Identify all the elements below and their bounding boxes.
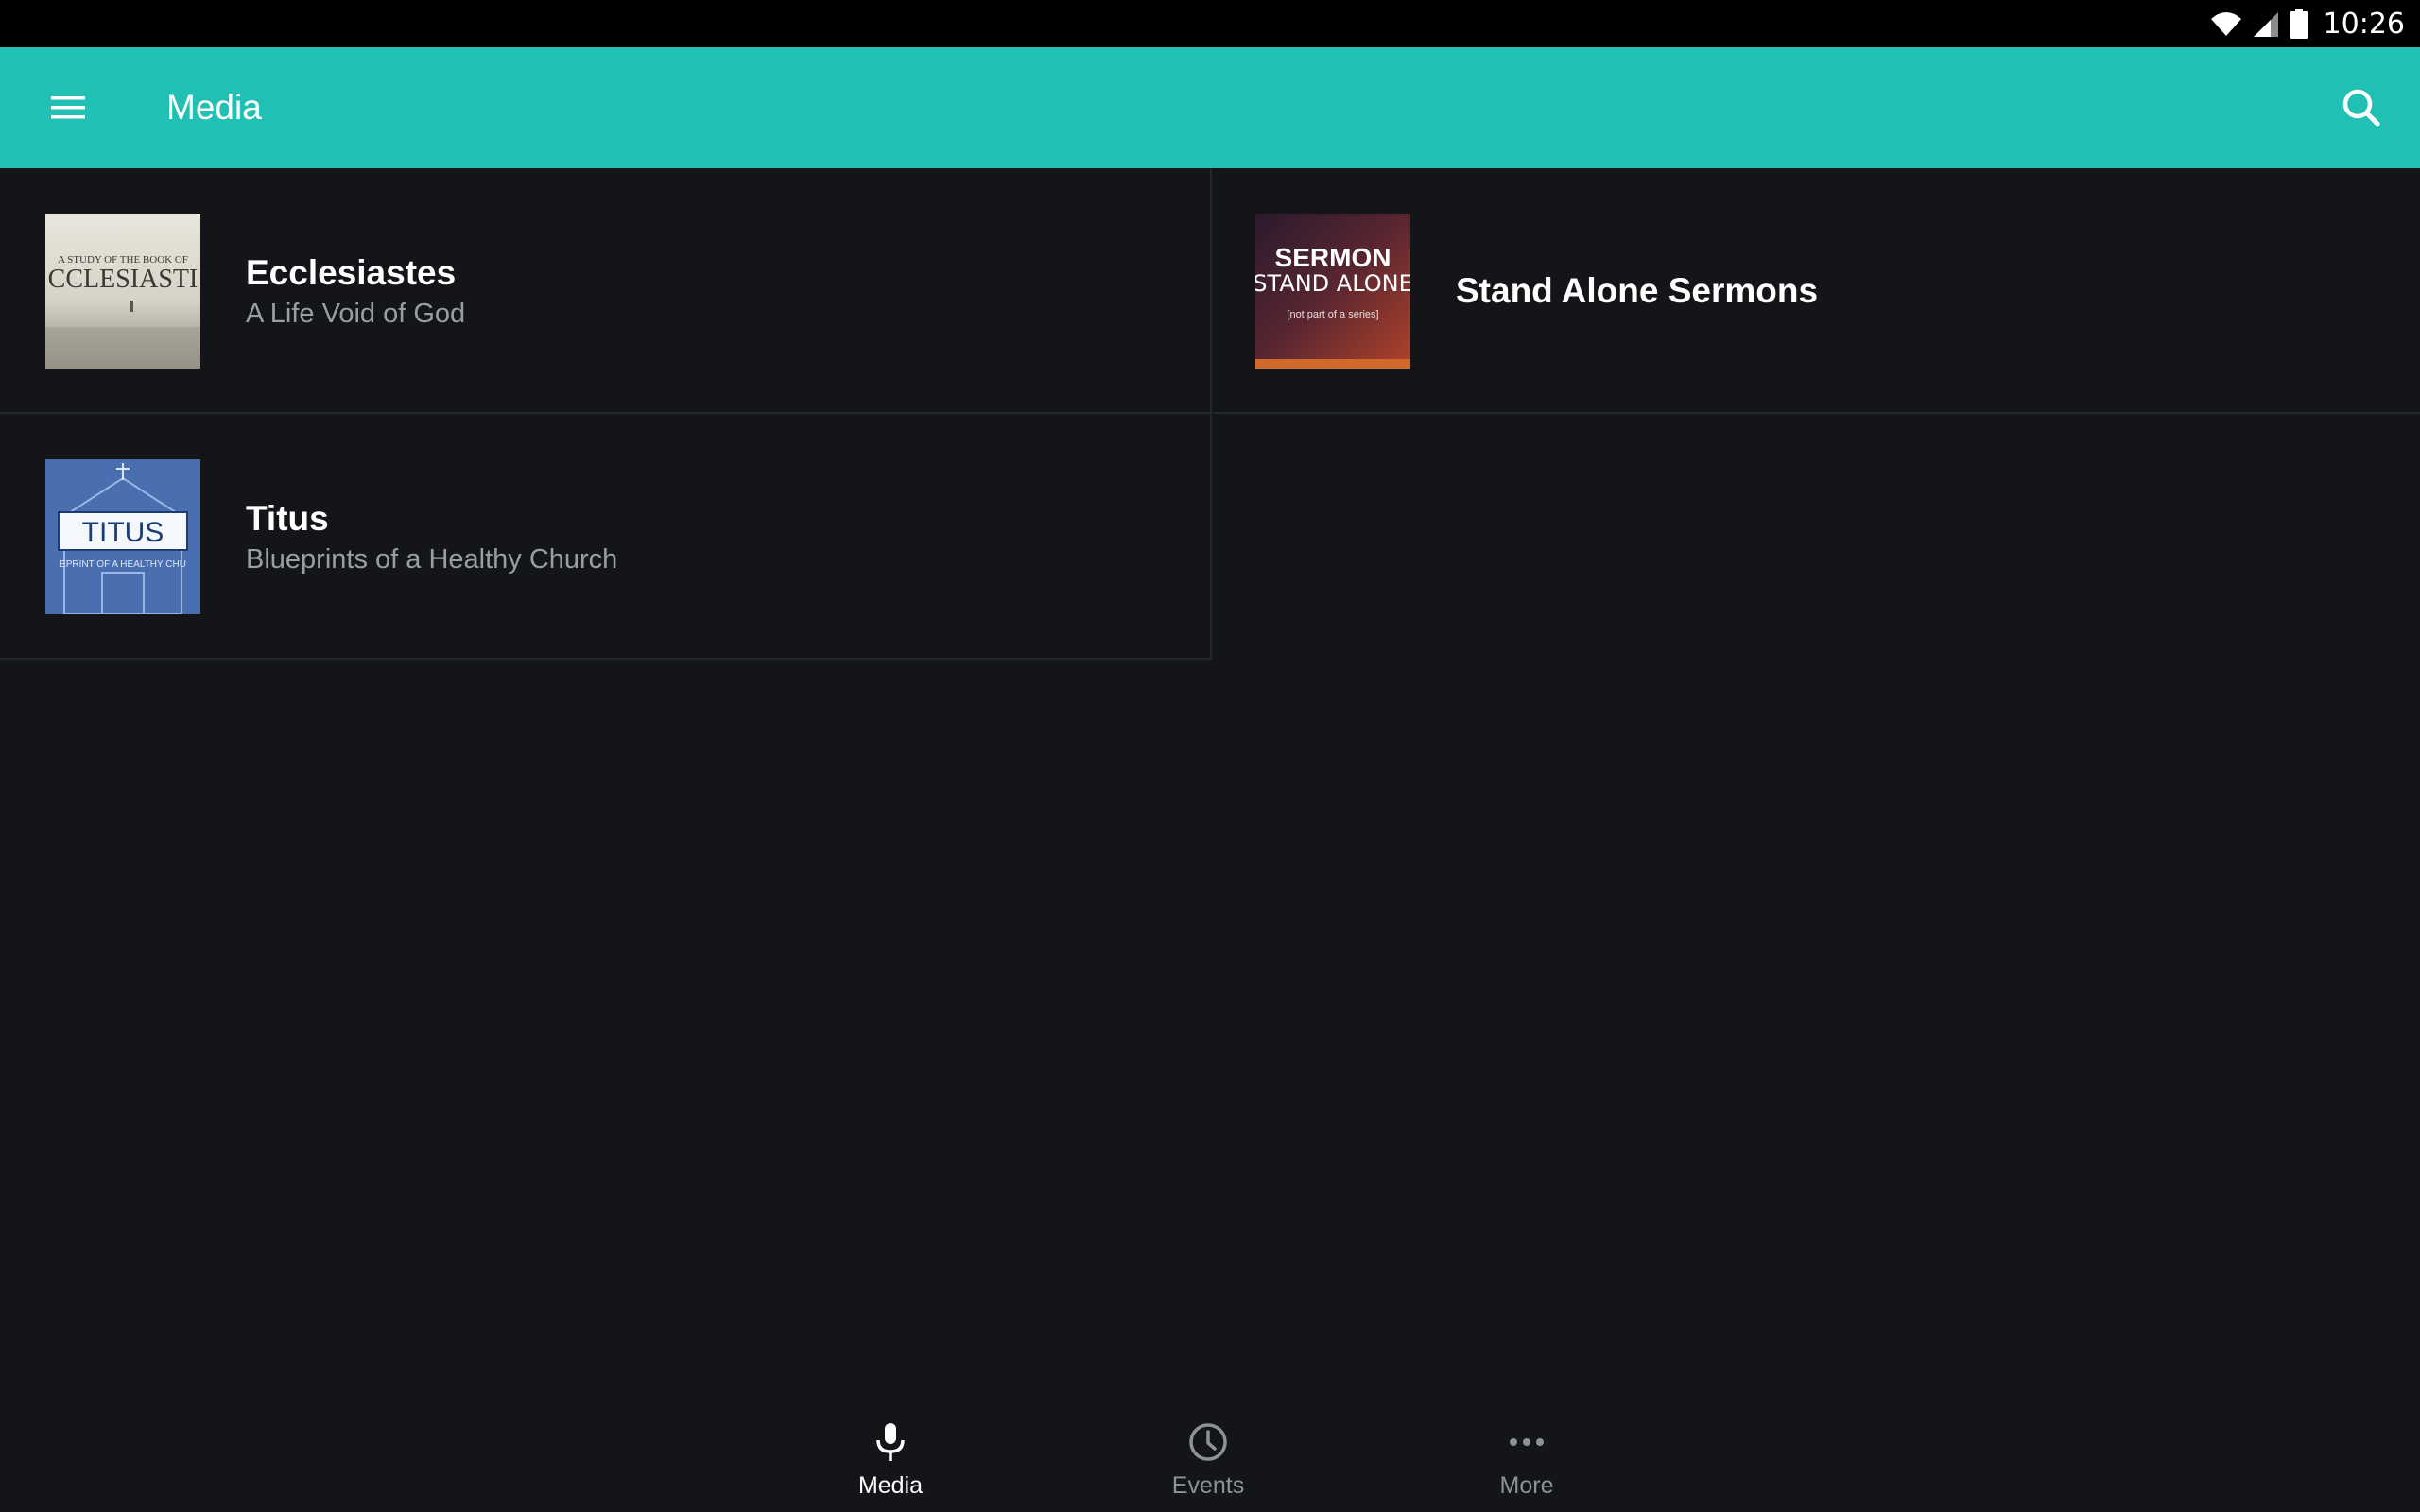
nav-label: Media — [857, 1472, 924, 1499]
nav-label: Events — [1171, 1472, 1245, 1499]
status-bar: 10:26 — [0, 0, 2420, 47]
nav-item-more[interactable]: More — [1423, 1399, 1631, 1512]
wifi-icon — [2210, 12, 2241, 36]
series-subtitle: A Life Void of God — [246, 298, 466, 329]
series-grid: A STUDY OF THE BOOK OF CCLESIASTI Eccles… — [0, 168, 2420, 660]
series-artwork-titus: TITUS EPRINT OF A HEALTHY CHU — [45, 459, 200, 614]
artwork-text: CCLESIASTI — [48, 265, 199, 294]
artwork-text: EPRINT OF A HEALTHY CHU — [60, 559, 186, 570]
menu-button[interactable] — [47, 89, 89, 127]
series-card-ecclesiastes[interactable]: A STUDY OF THE BOOK OF CCLESIASTI Eccles… — [0, 168, 1212, 414]
artwork-text: STAND ALONE — [1255, 270, 1410, 297]
status-time: 10:26 — [2323, 7, 2405, 41]
clock-icon — [1189, 1423, 1227, 1461]
series-card-titus[interactable]: TITUS EPRINT OF A HEALTHY CHU Titus Blue… — [0, 414, 1212, 660]
series-info: Stand Alone Sermons — [1456, 168, 1818, 414]
search-button[interactable] — [2337, 83, 2386, 132]
bottom-navigation: Media Events More — [0, 1399, 2420, 1512]
app-bar: Media — [0, 47, 2420, 168]
artwork-text: TITUS — [82, 517, 164, 548]
nav-item-media[interactable]: Media — [786, 1399, 994, 1512]
page-title: Media — [166, 88, 262, 127]
microphone-icon — [876, 1423, 905, 1461]
series-title: Ecclesiastes — [246, 252, 457, 292]
cell-signal-icon — [2253, 12, 2278, 37]
series-info: Titus Blueprints of a Healthy Church — [246, 414, 617, 660]
status-icons: 10:26 — [2210, 0, 2405, 47]
series-card-stand-alone-sermons[interactable]: SERMON STAND ALONE [not part of a series… — [1212, 168, 2420, 414]
search-icon — [2342, 89, 2380, 127]
series-artwork-ecclesiastes: A STUDY OF THE BOOK OF CCLESIASTI — [45, 214, 200, 369]
hamburger-menu-icon — [51, 96, 85, 119]
series-title: Stand Alone Sermons — [1456, 271, 1819, 310]
artwork-text: [not part of a series] — [1287, 309, 1378, 320]
series-title: Titus — [246, 498, 329, 538]
nav-label: More — [1499, 1472, 1554, 1499]
series-artwork-stand-alone: SERMON STAND ALONE [not part of a series… — [1255, 214, 1410, 369]
more-dots-icon — [1510, 1438, 1544, 1446]
series-info: Ecclesiastes A Life Void of God — [246, 168, 465, 414]
nav-item-events[interactable]: Events — [1104, 1399, 1312, 1512]
battery-icon — [2290, 9, 2308, 39]
series-subtitle: Blueprints of a Healthy Church — [246, 543, 618, 575]
artwork-text: SERMON — [1275, 243, 1392, 272]
